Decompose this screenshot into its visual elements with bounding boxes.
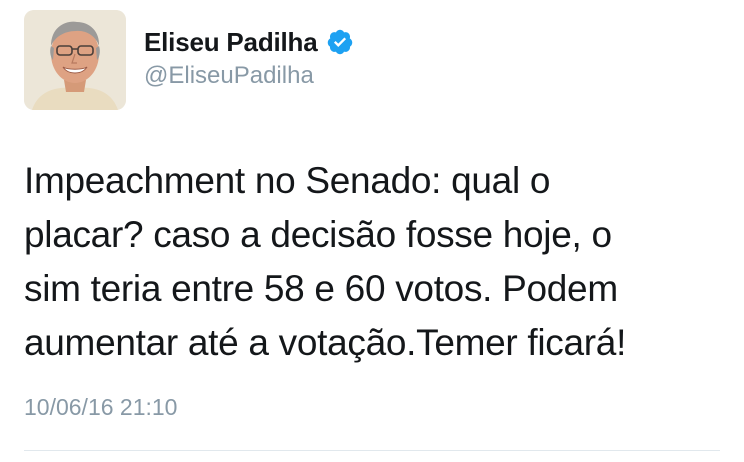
author-handle[interactable]: @EliseuPadilha	[144, 62, 354, 90]
verified-badge-icon	[326, 28, 354, 56]
tweet-text-line: Impeachment no Senado: qual o	[24, 160, 551, 201]
divider	[24, 450, 720, 451]
author-name-row: Eliseu Padilha	[144, 24, 354, 60]
tweet-card: Eliseu Padilha @EliseuPadilha Impeachmen…	[0, 0, 744, 462]
author-display-name[interactable]: Eliseu Padilha	[144, 27, 318, 58]
tweet-timestamp[interactable]: 10/06/16 21:10	[24, 394, 177, 421]
tweet-text: Impeachment no Senado: qual o placar? ca…	[24, 154, 724, 370]
avatar[interactable]	[24, 10, 126, 110]
tweet-text-line: placar? caso a decisão fosse hoje, o	[24, 214, 612, 255]
tweet-text-line: sim teria entre 58 e 60 votos. Podem	[24, 268, 618, 309]
tweet-header: Eliseu Padilha @EliseuPadilha	[144, 24, 354, 90]
tweet-text-line: aumentar até a votação.Temer ficará!	[24, 322, 627, 363]
profile-photo-icon	[24, 10, 126, 110]
